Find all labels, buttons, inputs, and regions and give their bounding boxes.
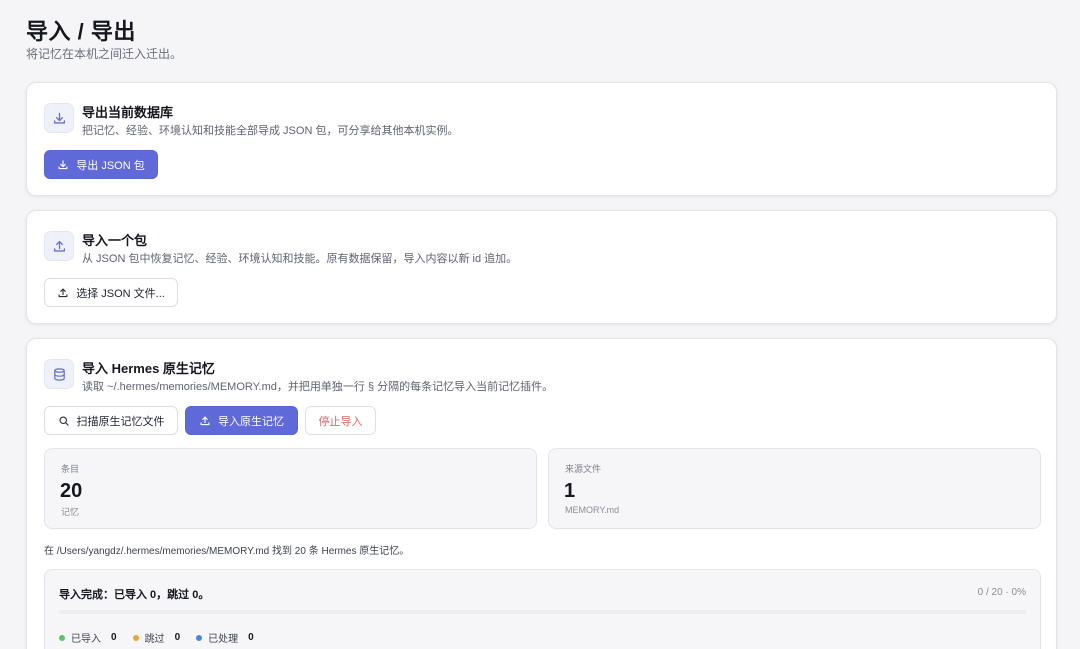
scan-native-memory-button-label: 扫描原生记忆文件 — [76, 415, 165, 428]
import-legend: 已导入 0 跳过 0 已处理 0 — [59, 630, 254, 645]
legend-skipped: 跳过 0 — [132, 630, 181, 645]
stop-import-button[interactable]: 停止导入 — [305, 406, 376, 435]
page-subtitle: 将记忆在本机之间迁入迁出。 — [26, 47, 183, 61]
export-json-button-label: 导出 JSON 包 — [76, 159, 145, 172]
export-card-description: 把记忆、经验、环境认知和技能全部导成 JSON 包，可分享给其他本机实例。 — [82, 125, 459, 137]
import-card: 导入一个包 从 JSON 包中恢复记忆、经验、环境认知和技能。原有数据保留，导入… — [26, 210, 1057, 324]
stat-entries: 条目 20 记忆 — [44, 448, 537, 529]
legend-processed-label: 已处理 — [208, 634, 239, 645]
import-status-text: 导入完成：已导入 0，跳过 0。 — [59, 589, 210, 601]
imported-dot-icon — [59, 634, 65, 641]
stat-source-files: 来源文件 1 MEMORY.md — [548, 448, 1041, 529]
import-progress-panel: 导入完成：已导入 0，跳过 0。 0 / 20 · 0% 已导入 0 跳过 0 … — [44, 569, 1041, 649]
export-card-title: 导出当前数据库 — [82, 105, 174, 120]
import-native-memory-button[interactable]: 导入原生记忆 — [185, 406, 298, 435]
database-icon — [44, 359, 74, 389]
download-icon — [44, 103, 74, 133]
scan-native-memory-button[interactable]: 扫描原生记忆文件 — [44, 406, 178, 435]
scan-result-message: 在 /Users/yangdz/.hermes/memories/MEMORY.… — [44, 546, 410, 557]
search-icon — [58, 415, 69, 426]
hermes-import-card: 导入 Hermes 原生记忆 读取 ~/.hermes/memories/MEM… — [26, 338, 1057, 649]
skipped-dot-icon — [132, 634, 139, 641]
upload-icon — [200, 416, 210, 425]
stat-entries-value: 20 — [60, 480, 83, 502]
import-card-description: 从 JSON 包中恢复记忆、经验、环境认知和技能。原有数据保留，导入内容以新 i… — [82, 253, 518, 265]
upload-icon — [58, 288, 68, 297]
stop-import-button-label: 停止导入 — [318, 415, 363, 428]
stat-source-files-value: 1 — [564, 480, 576, 502]
choose-json-file-button[interactable]: 选择 JSON 文件... — [44, 278, 178, 307]
legend-skipped-label: 跳过 — [144, 634, 165, 645]
import-progress-bar — [59, 610, 1026, 614]
upload-icon — [44, 231, 74, 261]
legend-skipped-value: 0 — [174, 632, 181, 643]
legend-processed: 已处理 0 — [196, 630, 254, 645]
import-native-memory-button-label: 导入原生记忆 — [218, 415, 284, 428]
stat-source-files-label: 来源文件 — [565, 464, 602, 474]
stat-entries-label: 条目 — [61, 464, 80, 474]
export-json-button[interactable]: 导出 JSON 包 — [44, 150, 158, 179]
processed-dot-icon — [196, 634, 203, 641]
export-card: 导出当前数据库 把记忆、经验、环境认知和技能全部导成 JSON 包，可分享给其他… — [26, 82, 1057, 196]
import-card-title: 导入一个包 — [82, 233, 148, 248]
legend-imported-value: 0 — [111, 632, 117, 643]
stat-source-files-unit: MEMORY.md — [565, 505, 620, 515]
legend-processed-value: 0 — [248, 632, 254, 643]
stat-entries-unit: 记忆 — [61, 507, 80, 517]
page-title: 导入 / 导出 — [26, 19, 136, 44]
hermes-card-description: 读取 ~/.hermes/memories/MEMORY.md，并把用单独一行 … — [82, 381, 554, 393]
choose-json-file-button-label: 选择 JSON 文件... — [76, 287, 165, 300]
legend-imported-label: 已导入 — [71, 634, 101, 645]
download-icon — [58, 159, 68, 169]
legend-imported: 已导入 0 — [59, 630, 117, 645]
hermes-card-title: 导入 Hermes 原生记忆 — [82, 361, 215, 376]
import-progress-count: 0 / 20 · 0% — [977, 587, 1026, 598]
